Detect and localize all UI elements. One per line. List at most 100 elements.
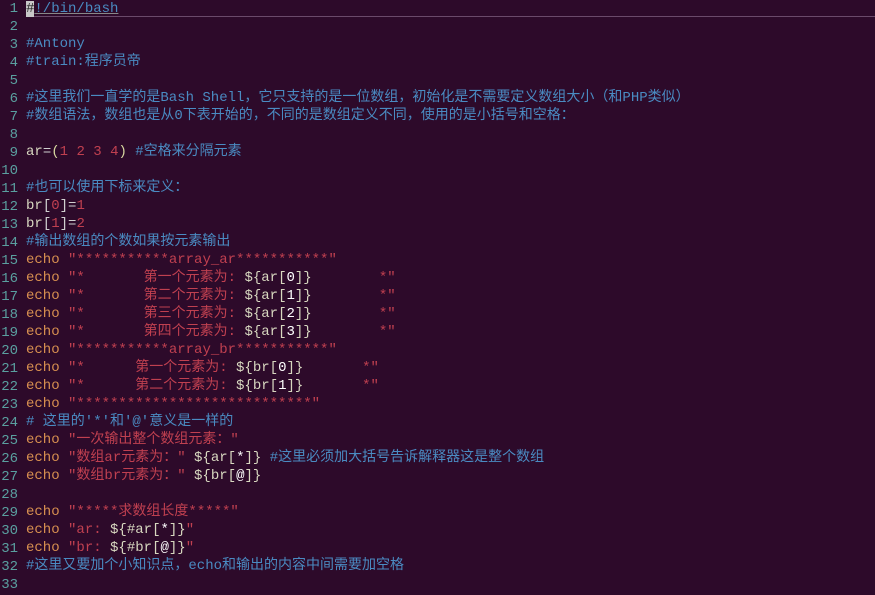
token: # 这里的'*'和'@'意义是一样的 [26,414,233,430]
token: #空格来分隔元素 [135,144,241,160]
token: br [26,216,43,232]
token: "br: [68,540,110,556]
line-number: 30 [0,522,18,540]
code-editor[interactable]: 1234567891011121314151617181920212223242… [0,0,875,595]
token: echo [26,252,60,268]
code-line[interactable]: echo "* 第四个元素为: ${ar[3]} *" [26,323,875,341]
code-line[interactable]: echo "* 第一个元素为: ${ar[0]} *" [26,269,875,287]
token: br [211,468,228,484]
code-line[interactable]: echo "br: ${#br[@]}" [26,539,875,557]
code-line[interactable]: # 这里的'*'和'@'意义是一样的 [26,413,875,431]
token [60,342,68,358]
token: 2 [76,144,84,160]
code-line[interactable]: echo "*****求数组长度*****" [26,503,875,521]
line-number: 16 [0,270,18,288]
token: [ [270,360,278,376]
code-line[interactable]: echo "数组br元素为：" ${br[@]} [26,467,875,485]
token: echo [26,522,60,538]
code-line[interactable]: echo "* 第二个元素为: ${br[1]} *" [26,377,875,395]
token: echo [26,540,60,556]
code-line[interactable]: echo "一次输出整个数组元素：" [26,431,875,449]
token: 3 [286,324,294,340]
token: #这里我们一直学的是Bash Shell，它只支持的是一位数组，初始化是不需要定… [26,90,690,106]
token: ar [135,522,152,538]
code-line[interactable] [26,485,875,503]
token: "一次输出整个数组元素：" [68,432,239,448]
token: *" [303,378,379,394]
line-number: 27 [0,468,18,486]
token: ) [118,144,126,160]
line-number: 6 [0,90,18,108]
code-line[interactable]: br[0]=1 [26,197,875,215]
code-line[interactable]: #Antony [26,35,875,53]
code-line[interactable] [26,71,875,89]
code-line[interactable]: echo "****************************" [26,395,875,413]
line-number: 3 [0,36,18,54]
token: 3 [93,144,101,160]
token: ]} [244,468,261,484]
token: *" [312,270,396,286]
token: [ [228,450,236,466]
token: "*****求数组长度*****" [68,504,239,520]
token [60,270,68,286]
code-line[interactable]: #输出数组的个数如果按元素输出 [26,233,875,251]
code-area[interactable]: #!/bin/bash #Antony#train:程序员帝 #这里我们一直学的… [22,0,875,595]
token: ar [261,324,278,340]
line-number: 14 [0,234,18,252]
token [60,468,68,484]
code-line[interactable]: echo "* 第二个元素为: ${ar[1]} *" [26,287,875,305]
token: ]} [169,522,186,538]
code-line[interactable]: #这里又要加个小知识点，echo和输出的内容中间需要加空格 [26,557,875,575]
line-number: 28 [0,486,18,504]
token: ]} [169,540,186,556]
code-line[interactable]: echo "数组ar元素为：" ${ar[*]} #这里必须加大括号告诉解释器这… [26,449,875,467]
token [186,450,194,466]
code-line[interactable]: ar=(1 2 3 4) #空格来分隔元素 [26,143,875,161]
token: echo [26,396,60,412]
token: ar [261,306,278,322]
token: ar [26,144,43,160]
token: echo [26,342,60,358]
token: "***********array_ar***********" [68,252,337,268]
code-line[interactable]: #!/bin/bash [26,0,875,17]
token: *" [303,360,379,376]
code-line[interactable]: echo "ar: ${#ar[*]}" [26,521,875,539]
code-line[interactable] [26,161,875,179]
token [261,450,269,466]
token: br [253,360,270,376]
token: ar [211,450,228,466]
token [60,450,68,466]
line-number: 31 [0,540,18,558]
token: ]} [295,306,312,322]
token: ]} [295,324,312,340]
code-line[interactable] [26,125,875,143]
token: * [160,522,168,538]
token: 2 [76,216,84,232]
token: ${ [236,360,253,376]
code-line[interactable]: #train:程序员帝 [26,53,875,71]
code-line[interactable] [26,17,875,35]
token: "* 第二个元素为: [68,378,236,394]
code-line[interactable]: #也可以使用下标来定义： [26,179,875,197]
token: "* 第三个元素为: [68,306,244,322]
line-number: 15 [0,252,18,270]
token: *" [312,306,396,322]
token [85,144,93,160]
code-line[interactable]: echo "***********array_br***********" [26,341,875,359]
token: echo [26,288,60,304]
token: 1 [60,144,68,160]
code-line[interactable] [26,575,875,593]
line-number: 12 [0,198,18,216]
code-line[interactable]: echo "***********array_ar***********" [26,251,875,269]
token: ${ [236,378,253,394]
code-line[interactable]: #数组语法，数组也是从0下表开始的，不同的是数组定义不同，使用的是小括号和空格： [26,107,875,125]
code-line[interactable]: br[1]=2 [26,215,875,233]
token: "ar: [68,522,110,538]
line-number: 26 [0,450,18,468]
code-line[interactable]: echo "* 第一个元素为: ${br[0]} *" [26,359,875,377]
token: #数组语法，数组也是从0下表开始的，不同的是数组定义不同，使用的是小括号和空格： [26,108,575,124]
code-line[interactable]: echo "* 第三个元素为: ${ar[2]} *" [26,305,875,323]
token: echo [26,450,60,466]
line-number: 18 [0,306,18,324]
code-line[interactable]: #这里我们一直学的是Bash Shell，它只支持的是一位数组，初始化是不需要定… [26,89,875,107]
